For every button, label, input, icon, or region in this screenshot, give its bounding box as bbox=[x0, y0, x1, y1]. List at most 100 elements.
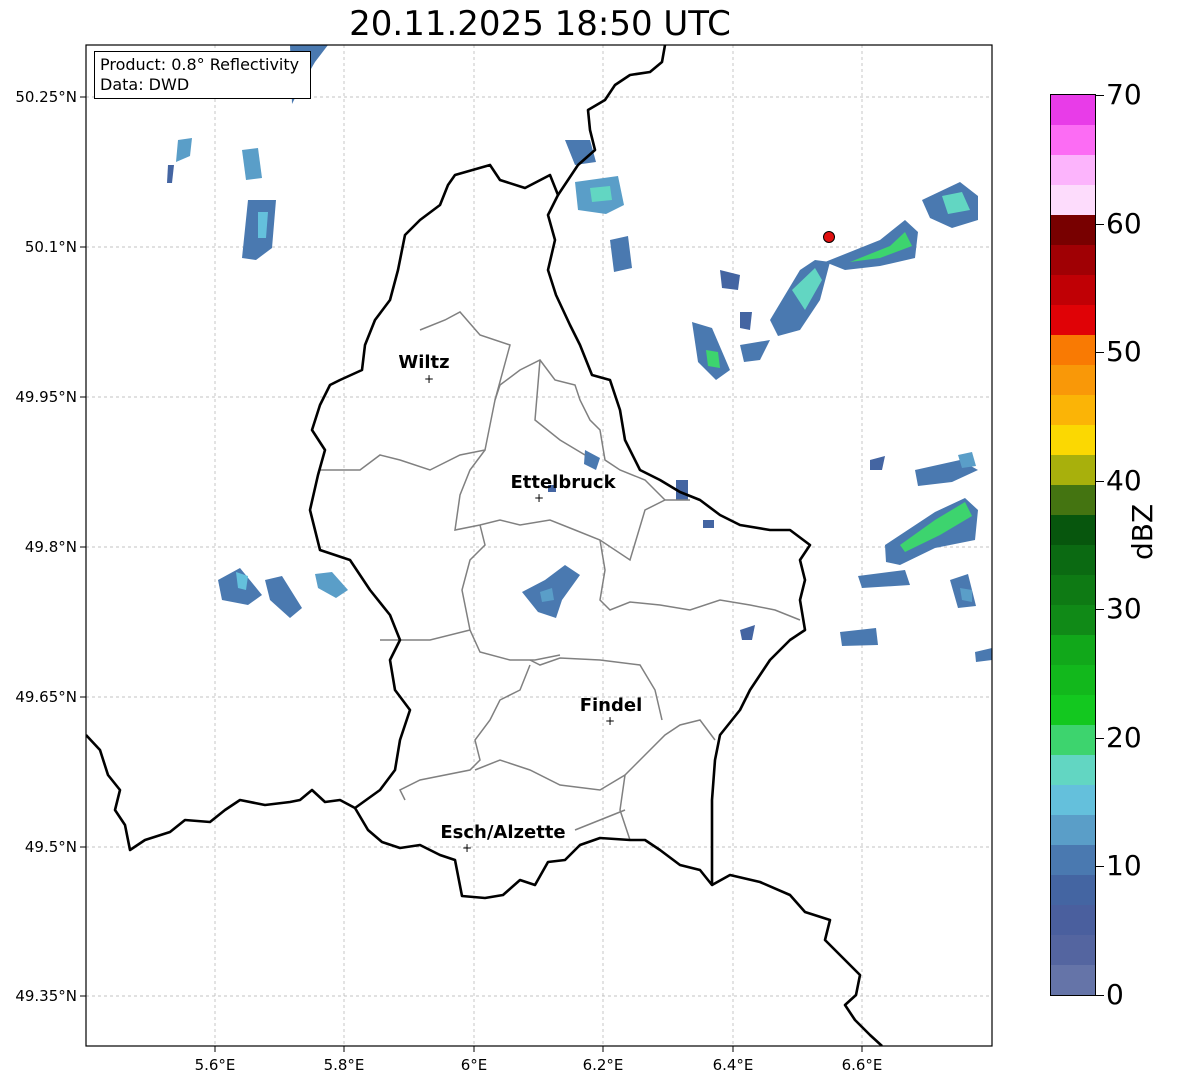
belgium-france-border bbox=[86, 734, 356, 852]
city-markers: Wiltz + Ettelbruck + Findel + Esch/Alzet… bbox=[398, 352, 642, 855]
colorbar-band bbox=[1051, 754, 1095, 785]
city-label-ettelbruck: Ettelbruck bbox=[510, 472, 616, 493]
city-marker-icon: + bbox=[424, 372, 434, 386]
lat-tick-labels: 50.25°N 50.1°N 49.95°N 49.8°N 49.65°N 49… bbox=[15, 88, 77, 1005]
lon-tick-label: 6.4°E bbox=[713, 1056, 754, 1074]
colorbar-band bbox=[1051, 214, 1095, 245]
echo-cell bbox=[706, 350, 720, 368]
echo-cell bbox=[176, 138, 192, 162]
colorbar-tick-label: 70 bbox=[1106, 78, 1142, 111]
colorbar-band bbox=[1051, 844, 1095, 875]
colorbar-band bbox=[1051, 964, 1095, 995]
colorbar-band bbox=[1051, 904, 1095, 935]
colorbar-tick bbox=[1096, 480, 1104, 482]
echo-cell bbox=[858, 570, 910, 588]
colorbar-tick bbox=[1096, 609, 1104, 611]
radar-echoes bbox=[167, 45, 992, 662]
germany-belgium-border bbox=[556, 45, 667, 196]
data-source-label: Data: DWD bbox=[100, 75, 190, 94]
colorbar-band bbox=[1051, 244, 1095, 275]
echo-cell bbox=[975, 648, 992, 662]
echo-cell bbox=[720, 270, 740, 290]
echo-cell bbox=[870, 456, 885, 470]
gridlines bbox=[86, 45, 992, 1046]
colorbar-band bbox=[1051, 574, 1095, 605]
city-label-wiltz: Wiltz bbox=[398, 352, 449, 373]
colorbar-band bbox=[1051, 454, 1095, 485]
colorbar-band bbox=[1051, 874, 1095, 905]
lat-tick-label: 49.65°N bbox=[15, 688, 77, 706]
echo-cell bbox=[242, 148, 262, 180]
colorbar-tick bbox=[1096, 866, 1104, 868]
city-label-findel: Findel bbox=[580, 695, 643, 716]
radar-location-marker bbox=[823, 231, 835, 243]
lat-tick-label: 49.8°N bbox=[25, 538, 77, 556]
colorbar-band bbox=[1051, 94, 1095, 125]
colorbar-band bbox=[1051, 634, 1095, 665]
colorbar-tick-label: 10 bbox=[1106, 849, 1142, 883]
colorbar-tick bbox=[1096, 95, 1104, 96]
colorbar-band bbox=[1051, 664, 1095, 695]
lon-tick-label: 5.6°E bbox=[195, 1056, 236, 1074]
map-frame bbox=[85, 44, 993, 1047]
colorbar-band bbox=[1051, 124, 1095, 155]
colorbar-band bbox=[1051, 934, 1095, 965]
echo-cell bbox=[610, 236, 632, 272]
colorbar-tick bbox=[1096, 352, 1104, 354]
colorbar-band bbox=[1051, 544, 1095, 575]
colorbar-band bbox=[1051, 394, 1095, 425]
echo-cell bbox=[840, 628, 878, 646]
city-marker-icon: + bbox=[534, 491, 544, 505]
echo-cell bbox=[740, 312, 752, 330]
lat-tick-label: 49.5°N bbox=[25, 838, 77, 856]
echo-cell bbox=[703, 520, 714, 528]
lat-tick-label: 49.35°N bbox=[15, 987, 77, 1005]
lat-tick-label: 50.25°N bbox=[15, 88, 77, 106]
lat-tick-label: 50.1°N bbox=[25, 238, 77, 256]
colorbar-tick bbox=[1096, 995, 1104, 996]
colorbar-band bbox=[1051, 724, 1095, 755]
colorbar-band bbox=[1051, 154, 1095, 185]
colorbar-band bbox=[1051, 814, 1095, 845]
product-label: Product: 0.8° Reflectivity bbox=[100, 55, 300, 74]
colorbar-tick-label: 30 bbox=[1106, 592, 1142, 626]
echo-cell bbox=[740, 625, 755, 640]
lon-tick-labels: 5.6°E 5.8°E 6°E 6.2°E 6.4°E 6.6°E bbox=[195, 1056, 883, 1074]
colorbar-tick-label: 0 bbox=[1106, 978, 1124, 1011]
colorbar-band bbox=[1051, 784, 1095, 815]
colorbar bbox=[1050, 94, 1096, 996]
colorbar-band bbox=[1051, 424, 1095, 455]
echo-cell bbox=[315, 572, 348, 598]
lat-tick-label: 49.95°N bbox=[15, 388, 77, 406]
lon-tick-label: 6.6°E bbox=[842, 1056, 883, 1074]
colorbar-band bbox=[1051, 604, 1095, 635]
lon-tick-label: 6°E bbox=[461, 1056, 488, 1074]
colorbar-tick-label: 20 bbox=[1106, 720, 1142, 754]
lon-tick-label: 5.8°E bbox=[324, 1056, 365, 1074]
colorbar-band bbox=[1051, 304, 1095, 335]
radar-map: 5.6°E 5.8°E 6°E 6.2°E 6.4°E 6.6°E 50.25°… bbox=[15, 44, 993, 1074]
colorbar-band bbox=[1051, 514, 1095, 545]
colorbar-tick-label: 50 bbox=[1106, 335, 1142, 369]
city-marker-icon: + bbox=[462, 841, 472, 855]
colorbar-tick-label: 40 bbox=[1106, 463, 1142, 497]
echo-cell bbox=[167, 165, 174, 183]
colorbar-band bbox=[1051, 484, 1095, 515]
city-marker-icon: + bbox=[605, 714, 615, 728]
colorbar-tick bbox=[1096, 223, 1104, 225]
echo-cell bbox=[590, 186, 612, 202]
city-label-esch: Esch/Alzette bbox=[440, 822, 565, 843]
colorbar-tick-label: 60 bbox=[1106, 206, 1142, 240]
axis-ticks bbox=[80, 96, 863, 1052]
colorbar-tick bbox=[1096, 737, 1104, 739]
lon-tick-label: 6.2°E bbox=[583, 1056, 624, 1074]
echo-cell bbox=[265, 576, 302, 618]
colorbar-band bbox=[1051, 364, 1095, 395]
colorbar-unit-label: dBZ bbox=[1126, 503, 1159, 560]
colorbar-band bbox=[1051, 274, 1095, 305]
germany-france-border bbox=[711, 873, 883, 1046]
echo-cell bbox=[584, 450, 600, 470]
colorbar-band bbox=[1051, 334, 1095, 365]
echo-cell bbox=[740, 340, 770, 362]
colorbar-band bbox=[1051, 694, 1095, 725]
